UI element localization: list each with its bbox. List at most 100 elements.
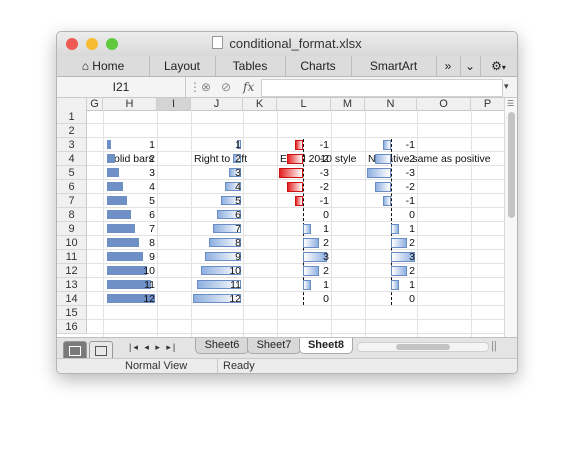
excel2010-value[interactable]: -1 (309, 194, 329, 208)
negative-value[interactable]: -1 (395, 138, 415, 152)
excel2010-value[interactable]: -1 (309, 138, 329, 152)
column-header-h[interactable]: H (103, 98, 157, 110)
row-header-5[interactable]: 5 (57, 166, 87, 180)
row-header-3[interactable]: 3 (57, 138, 87, 152)
column-header-k[interactable]: K (243, 98, 277, 110)
tab-charts[interactable]: Charts (285, 56, 352, 76)
row-header-2[interactable]: 2 (57, 124, 87, 138)
row-header-4[interactable]: 4 (57, 152, 87, 166)
row-header-6[interactable]: 6 (57, 180, 87, 194)
rtl-bar-value[interactable]: 12 (221, 292, 241, 306)
more-tabs-button[interactable]: » (436, 56, 461, 76)
solid-bar-value[interactable]: 8 (135, 236, 155, 250)
solid-bar-value[interactable]: 1 (135, 138, 155, 152)
row-header-13[interactable]: 13 (57, 278, 87, 292)
excel2010-value[interactable]: -2 (309, 180, 329, 194)
tab-smartart[interactable]: SmartArt (351, 56, 437, 76)
vertical-scrollbar[interactable]: ☰ (504, 98, 517, 337)
negative-value[interactable]: 0 (395, 292, 415, 306)
negative-value[interactable]: -2 (395, 152, 415, 166)
name-box[interactable]: I21 (57, 77, 186, 97)
rtl-bar-value[interactable]: 10 (221, 264, 241, 278)
tab-home[interactable]: ⌂ Home (57, 56, 150, 76)
row-header-11[interactable]: 11 (57, 250, 87, 264)
negative-value[interactable]: 2 (395, 264, 415, 278)
rtl-bar-value[interactable]: 7 (221, 222, 241, 236)
row-header-15[interactable]: 15 (57, 306, 87, 320)
negative-value[interactable]: 3 (395, 250, 415, 264)
solid-bar-value[interactable]: 9 (135, 250, 155, 264)
column-header-i[interactable]: I (157, 98, 191, 110)
negative-value[interactable]: 1 (395, 222, 415, 236)
column-header-j[interactable]: J (191, 98, 243, 110)
excel2010-value[interactable]: 2 (309, 264, 329, 278)
row-header-14[interactable]: 14 (57, 292, 87, 306)
tab-layout[interactable]: Layout (149, 56, 216, 76)
collapse-ribbon-button[interactable]: ⌄ (460, 56, 481, 76)
row-header-12[interactable]: 12 (57, 264, 87, 278)
formula-expand-icon[interactable]: ▾ (504, 81, 509, 92)
rtl-bar-value[interactable]: 8 (221, 236, 241, 250)
column-header-o[interactable]: O (417, 98, 471, 110)
solid-bar-value[interactable]: 6 (135, 208, 155, 222)
column-header-n[interactable]: N (365, 98, 417, 110)
column-header-l[interactable]: L (277, 98, 331, 110)
confirm-icon[interactable]: ⊘ (221, 80, 231, 94)
solid-bar-value[interactable]: 10 (135, 264, 155, 278)
excel2010-value[interactable]: 1 (309, 222, 329, 236)
row-header-10[interactable]: 10 (57, 236, 87, 250)
rtl-bar-value[interactable]: 6 (221, 208, 241, 222)
column-header-g[interactable]: G (87, 98, 103, 110)
negative-value[interactable]: 2 (395, 236, 415, 250)
rtl-bar-value[interactable]: 5 (221, 194, 241, 208)
function-button[interactable]: fx (243, 80, 254, 94)
sheet-tab-sheet8[interactable]: Sheet8 (299, 338, 353, 354)
rtl-bar-value[interactable]: 11 (221, 278, 241, 292)
formula-input[interactable] (261, 79, 503, 97)
rtl-bar-value[interactable]: 4 (221, 180, 241, 194)
row-header-9[interactable]: 9 (57, 222, 87, 236)
excel2010-value[interactable]: 0 (309, 292, 329, 306)
cancel-icon[interactable]: ⊗ (201, 80, 211, 94)
negative-value[interactable]: 1 (395, 278, 415, 292)
solid-bar-value[interactable]: 12 (135, 292, 155, 306)
settings-button[interactable]: ⚙▾ (480, 56, 517, 76)
scroll-thumb[interactable] (508, 112, 515, 218)
sheet-grid[interactable]: G H I J K L M N O P 1 2 3 4 5 6 7 8 9 10 11 12 13 14 1… (57, 98, 517, 337)
solid-bar-value[interactable]: 3 (135, 166, 155, 180)
excel2010-value[interactable]: 0 (309, 208, 329, 222)
solid-bar-value[interactable]: 7 (135, 222, 155, 236)
row-header-16[interactable]: 16 (57, 320, 87, 334)
negative-value[interactable]: -2 (395, 180, 415, 194)
split-handle-horizontal-icon[interactable]: || (491, 339, 497, 354)
excel2010-value[interactable]: 1 (309, 278, 329, 292)
negative-value[interactable]: 0 (395, 208, 415, 222)
select-all-corner[interactable] (57, 98, 87, 110)
horizontal-scrollbar[interactable] (357, 342, 489, 352)
excel2010-value[interactable]: 3 (309, 250, 329, 264)
excel2010-value[interactable]: 2 (309, 236, 329, 250)
row-header-7[interactable]: 7 (57, 194, 87, 208)
row-header-1[interactable]: 1 (57, 110, 87, 124)
negative-value[interactable]: -3 (395, 166, 415, 180)
solid-bar-value[interactable]: 2 (135, 152, 155, 166)
split-handle-icon[interactable]: ☰ (507, 99, 514, 108)
sheet-nav-arrows[interactable]: |◂ ◂ ▸ ▸| (129, 340, 177, 355)
column-header-m[interactable]: M (331, 98, 365, 110)
solid-bar-value[interactable]: 5 (135, 194, 155, 208)
column-header-p[interactable]: P (471, 98, 504, 110)
excel2010-value[interactable]: -2 (309, 152, 329, 166)
solid-bar-value[interactable]: 11 (135, 278, 155, 292)
solid-bar-value[interactable]: 4 (135, 180, 155, 194)
sheet-tab-sheet7[interactable]: Sheet7 (247, 338, 301, 354)
negative-value[interactable]: -1 (395, 194, 415, 208)
rtl-bar-value[interactable]: 1 (221, 138, 241, 152)
rtl-bar-value[interactable]: 9 (221, 250, 241, 264)
tab-tables[interactable]: Tables (215, 56, 286, 76)
horizontal-scroll-thumb[interactable] (396, 344, 450, 350)
row-header-8[interactable]: 8 (57, 208, 87, 222)
excel2010-value[interactable]: -3 (309, 166, 329, 180)
sheet-tab-sheet6[interactable]: Sheet6 (195, 338, 249, 354)
rtl-bar-value[interactable]: 3 (221, 166, 241, 180)
rtl-bar-value[interactable]: 2 (221, 152, 241, 166)
